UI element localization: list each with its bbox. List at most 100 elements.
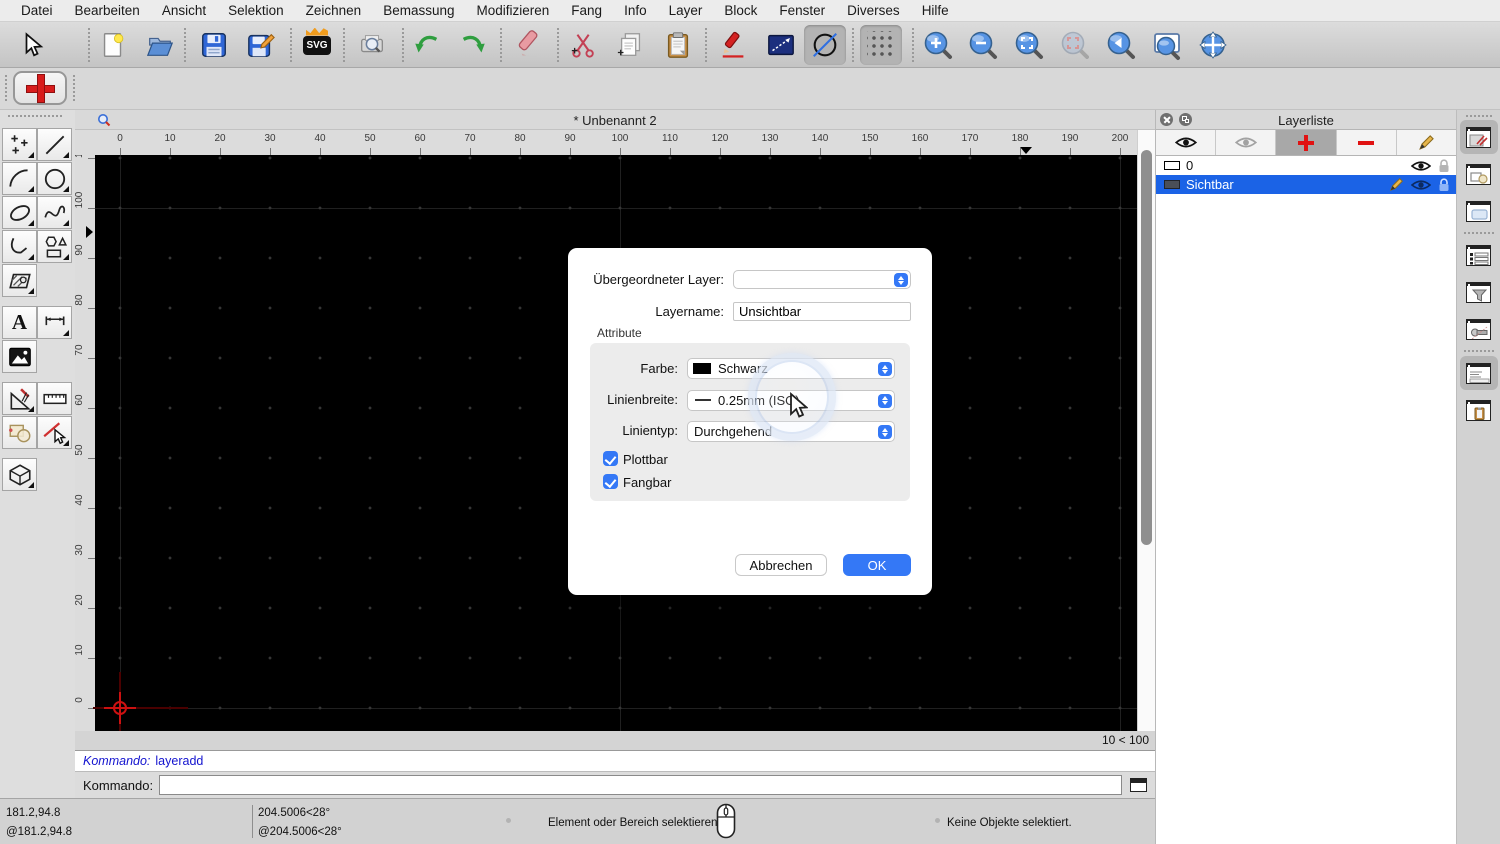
ok-button[interactable]: OK [843, 554, 911, 576]
draft-mode-toggle[interactable] [804, 25, 846, 65]
hide-all-layers-button[interactable] [1216, 130, 1277, 155]
layer-edit-icon[interactable] [1389, 177, 1404, 192]
menu-item-modifizieren[interactable]: Modifizieren [466, 3, 561, 18]
save-button[interactable] [193, 25, 235, 65]
layer-color-swatch[interactable] [1164, 161, 1180, 170]
cancel-button[interactable]: Abbrechen [735, 554, 827, 576]
clipboard-panel-button[interactable] [1460, 393, 1498, 427]
selection-filter-panel-button[interactable] [1460, 275, 1498, 309]
ellipse-tool-button[interactable] [2, 196, 37, 229]
zoom-in-button[interactable] [917, 25, 959, 65]
remove-layer-button[interactable] [1337, 130, 1397, 155]
property-editor-panel-button[interactable] [1460, 238, 1498, 272]
redo-button[interactable] [452, 25, 494, 65]
detach-command-window-icon[interactable] [1130, 778, 1147, 792]
layer-color-swatch[interactable] [1164, 180, 1180, 189]
spline-tool-button[interactable] [37, 196, 72, 229]
layer-name[interactable]: 0 [1186, 158, 1404, 173]
layer-visibility-toggle[interactable] [1411, 179, 1431, 191]
view-list-panel-button[interactable] [1460, 194, 1498, 228]
menu-item-datei[interactable]: Datei [10, 3, 64, 18]
layer-name[interactable]: Sichtbar [1186, 177, 1382, 192]
eraser-button[interactable] [509, 25, 551, 65]
svg-export-button[interactable]: SVG [296, 25, 338, 65]
text-tool-button[interactable]: A [2, 306, 37, 339]
menu-item-bemassung[interactable]: Bemassung [372, 3, 465, 18]
block-list-panel-button[interactable] [1460, 157, 1498, 191]
snappable-checkbox[interactable] [603, 474, 618, 489]
plottable-checkbox[interactable] [603, 451, 618, 466]
menu-item-hilfe[interactable]: Hilfe [911, 3, 960, 18]
menu-item-bearbeiten[interactable]: Bearbeiten [64, 3, 151, 18]
edit-layer-button[interactable] [1397, 130, 1456, 155]
layer-lock-toggle[interactable] [1438, 158, 1450, 173]
menu-item-diverses[interactable]: Diverses [836, 3, 911, 18]
command-line-panel-button[interactable] [1459, 356, 1498, 390]
layer-lock-toggle[interactable] [1438, 177, 1450, 192]
dimension-tool-button2[interactable] [37, 306, 72, 339]
cut-button[interactable] [563, 25, 605, 65]
draw-pencil-button[interactable] [713, 25, 755, 65]
shapes-tool-button[interactable] [37, 230, 72, 263]
copy-button[interactable] [610, 25, 652, 65]
open-file-button[interactable] [139, 25, 181, 65]
menu-item-fang[interactable]: Fang [560, 3, 613, 18]
layer-row-0[interactable]: 0 [1156, 156, 1456, 175]
new-document-button[interactable] [92, 25, 134, 65]
paste-button[interactable] [657, 25, 699, 65]
measure-tool-button[interactable] [37, 382, 72, 415]
menu-item-block[interactable]: Block [713, 3, 768, 18]
menu-item-zeichnen[interactable]: Zeichnen [295, 3, 373, 18]
polyline-tool-button[interactable] [2, 230, 37, 263]
menu-item-info[interactable]: Info [613, 3, 658, 18]
dock-handle[interactable] [1465, 115, 1492, 117]
tab-title[interactable]: * Unbenannt 2 [75, 113, 1155, 128]
zoom-window-button[interactable] [1146, 25, 1188, 65]
linetype-select[interactable]: Durchgehend [687, 421, 895, 442]
dimension-tool-button[interactable] [760, 25, 802, 65]
toolbar-handle[interactable] [5, 75, 7, 101]
command-input[interactable] [159, 775, 1122, 795]
circle-tool-button[interactable] [37, 162, 72, 195]
show-all-layers-button[interactable] [1156, 130, 1217, 155]
toolbar-handle[interactable] [73, 75, 75, 101]
zoom-previous-button[interactable] [1100, 25, 1142, 65]
zoom-auto-button[interactable] [1008, 25, 1050, 65]
hatch-tool-button[interactable] [2, 264, 37, 297]
vertical-scrollbar[interactable] [1137, 130, 1155, 731]
menu-item-layer[interactable]: Layer [658, 3, 714, 18]
parent-layer-select[interactable] [733, 270, 911, 289]
print-preview-button[interactable] [351, 25, 393, 65]
grid-toggle[interactable] [860, 25, 902, 65]
lineweight-select[interactable]: 0.25mm (ISO) [687, 389, 895, 411]
selection-pointer-button[interactable] [12, 25, 54, 65]
save-as-button[interactable] [240, 25, 282, 65]
pan-button[interactable] [1192, 25, 1234, 65]
draft-tools-button[interactable] [2, 382, 37, 415]
add-layer-button[interactable] [1276, 130, 1337, 155]
block-tool-button[interactable] [2, 416, 37, 449]
stepper-icon [878, 425, 892, 439]
lineweight-preview [695, 399, 711, 401]
menu-item-selektion[interactable]: Selektion [217, 3, 295, 18]
point-tool-button[interactable] [2, 128, 37, 161]
undo-button[interactable] [406, 25, 448, 65]
select-tool-button[interactable] [37, 416, 72, 449]
menu-item-ansicht[interactable]: Ansicht [151, 3, 217, 18]
zoom-out-button[interactable] [962, 25, 1004, 65]
arc-tool-button[interactable] [2, 162, 37, 195]
menu-item-fenster[interactable]: Fenster [768, 3, 836, 18]
layer-visibility-toggle[interactable] [1411, 160, 1431, 172]
layer-row-sichtbar[interactable]: Sichtbar [1156, 175, 1456, 194]
image-tool-button[interactable] [2, 340, 37, 373]
toolbar-handle[interactable] [8, 115, 62, 117]
current-action-button[interactable] [13, 71, 67, 105]
layer-list-panel-button[interactable] [1459, 120, 1498, 154]
color-select[interactable]: Schwarz [687, 358, 895, 379]
solid-3d-tool-button[interactable] [2, 458, 37, 491]
library-browser-panel-button[interactable] [1460, 312, 1498, 346]
zoom-selection-button[interactable] [1054, 25, 1096, 65]
layer-name-input[interactable] [733, 302, 911, 321]
scrollbar-thumb[interactable] [1141, 150, 1152, 545]
line-tool-button[interactable] [37, 128, 72, 161]
